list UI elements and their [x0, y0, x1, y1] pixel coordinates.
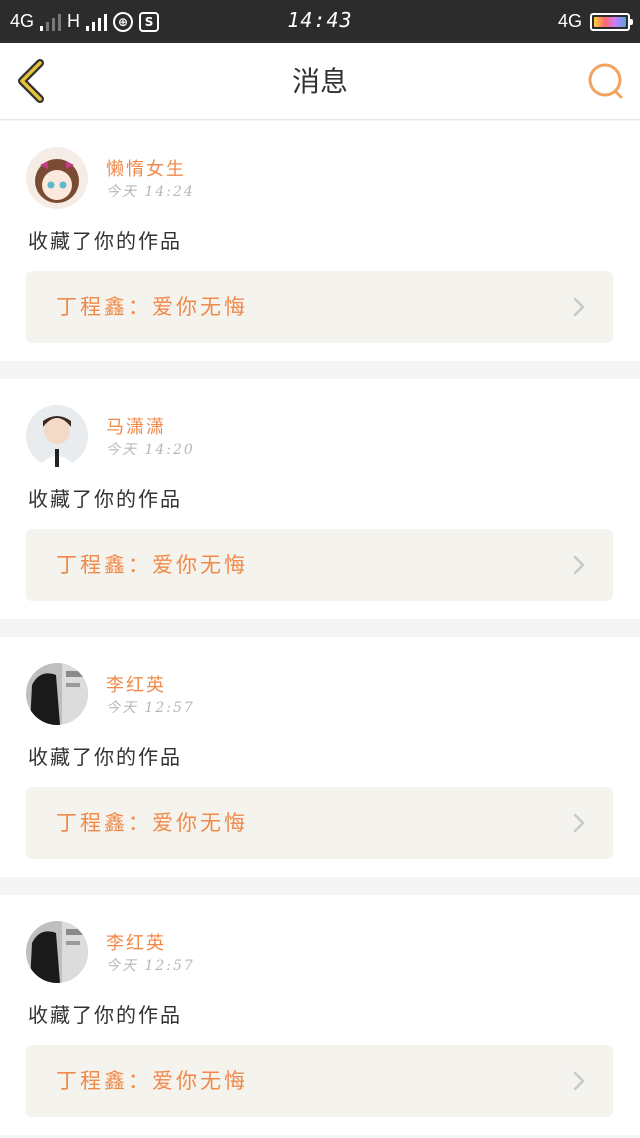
avatar-image	[26, 405, 88, 467]
network-label-right: 4G	[557, 11, 582, 31]
chevron-right-icon	[573, 813, 585, 833]
message-card: 李红英 今天 12:57 收藏了你的作品 丁程鑫：爱你无悔	[0, 895, 640, 1135]
battery-icon	[590, 12, 633, 31]
message-time: 今天 12:57	[106, 958, 195, 974]
avatar-image	[26, 663, 88, 725]
action-text: 收藏了你的作品	[28, 745, 182, 769]
avatar[interactable]	[26, 663, 88, 725]
message-card: 懒惰女生 今天 14:24 收藏了你的作品 丁程鑫：爱你无悔	[0, 121, 640, 361]
message-time: 今天 14:24	[106, 184, 195, 200]
page-title: 消息	[291, 65, 348, 98]
action-text: 收藏了你的作品	[28, 487, 182, 511]
chevron-right-icon	[573, 555, 585, 575]
chevron-right-icon	[573, 297, 585, 317]
work-title: 丁程鑫：爱你无悔	[56, 553, 248, 577]
work-title: 丁程鑫：爱你无悔	[56, 1069, 248, 1093]
work-title: 丁程鑫：爱你无悔	[56, 811, 248, 835]
status-bar-right: 4G	[557, 0, 633, 43]
user-name[interactable]: 李红英	[106, 671, 166, 697]
user-name[interactable]: 马潇潇	[106, 413, 166, 439]
message-time: 今天 12:57	[106, 700, 195, 716]
action-text: 收藏了你的作品	[28, 229, 182, 253]
action-text: 收藏了你的作品	[28, 1003, 182, 1027]
work-title: 丁程鑫：爱你无悔	[56, 295, 248, 319]
avatar-image	[26, 147, 88, 209]
user-name[interactable]: 懒惰女生	[106, 155, 186, 181]
search-button[interactable]	[586, 61, 626, 101]
avatar-image	[26, 921, 88, 983]
search-icon	[588, 63, 623, 99]
status-bar: 4G H ⊕ S 14:43 4G	[0, 0, 640, 43]
work-link[interactable]: 丁程鑫：爱你无悔	[26, 1045, 613, 1117]
avatar[interactable]	[26, 921, 88, 983]
work-link[interactable]: 丁程鑫：爱你无悔	[26, 787, 613, 859]
user-name[interactable]: 李红英	[106, 929, 166, 955]
work-link[interactable]: 丁程鑫：爱你无悔	[26, 271, 613, 343]
nav-bar: 消息	[0, 43, 640, 120]
message-card: 李红英 今天 12:57 收藏了你的作品 丁程鑫：爱你无悔	[0, 637, 640, 877]
message-card: 马潇潇 今天 14:20 收藏了你的作品 丁程鑫：爱你无悔	[0, 379, 640, 619]
avatar[interactable]	[26, 405, 88, 467]
work-link[interactable]: 丁程鑫：爱你无悔	[26, 529, 613, 601]
chevron-right-icon	[573, 1071, 585, 1091]
status-time: 14:43	[287, 8, 353, 32]
avatar[interactable]	[26, 147, 88, 209]
message-time: 今天 14:20	[106, 442, 195, 458]
